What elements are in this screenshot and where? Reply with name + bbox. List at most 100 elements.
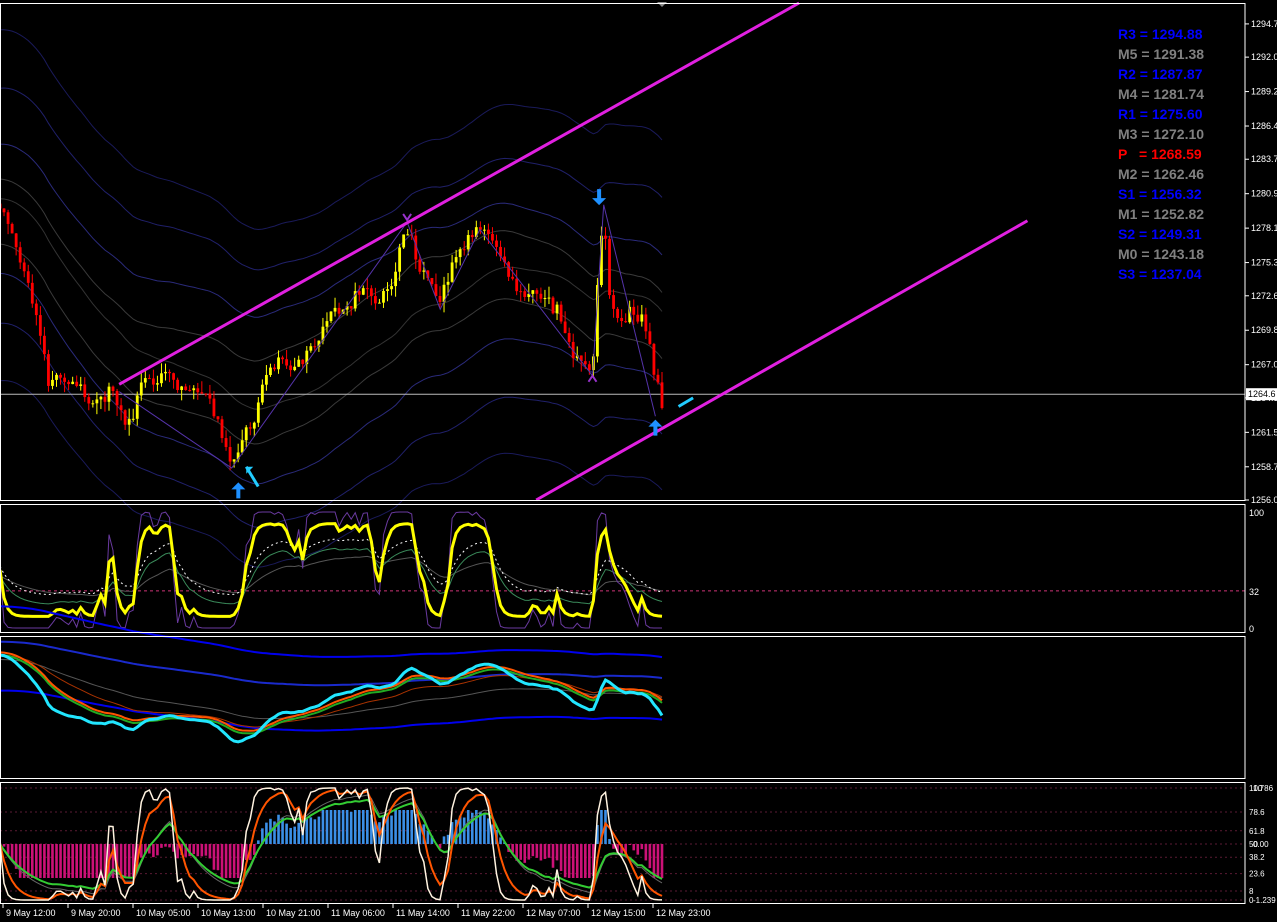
candle-body <box>18 247 22 263</box>
candle-body <box>495 240 498 247</box>
histogram-bar <box>487 818 490 844</box>
histogram-bar <box>325 810 329 844</box>
histogram-bar <box>527 844 531 860</box>
histogram-bar <box>63 844 66 878</box>
pivot-value: 1262.46 <box>1153 166 1205 182</box>
candle-body <box>184 386 188 391</box>
pivot-name: M0 <box>1118 246 1138 262</box>
time-tick-label: 9 May 12:00 <box>6 908 56 918</box>
candle-body <box>313 346 317 348</box>
pivot-value: 1256.32 <box>1151 186 1202 202</box>
candle-body <box>390 286 393 290</box>
histogram-bar <box>660 844 664 878</box>
histogram-bar <box>390 815 393 844</box>
histogram-bar <box>640 844 644 850</box>
time-tick-label: 10 May 21:00 <box>266 908 321 918</box>
pivot-level-m2: M2 = 1262.46 <box>1118 164 1204 184</box>
candle-body <box>180 386 184 391</box>
candle-body <box>260 384 264 403</box>
fib-tick-label: 23.6 <box>1249 870 1265 879</box>
pivot-value: 1268.59 <box>1151 146 1202 162</box>
current-price-tag: 1264.6 <box>1246 388 1277 401</box>
candle-body <box>450 262 454 282</box>
candle-body <box>349 306 353 309</box>
candle <box>402 234 406 250</box>
candle-body <box>30 282 34 304</box>
candle-body <box>365 288 369 290</box>
candle-body <box>208 393 212 399</box>
pivot-equals: = <box>1127 146 1152 162</box>
histogram-bar <box>212 844 216 870</box>
histogram-bar <box>483 813 486 844</box>
candle-body <box>567 333 571 342</box>
candle-body <box>652 343 656 375</box>
pivot-value: 1252.82 <box>1153 206 1205 222</box>
candle-body <box>543 298 547 300</box>
candle-body <box>200 392 204 394</box>
candle-body <box>422 270 426 272</box>
histogram-bar <box>539 844 543 861</box>
pivot-value: 1281.74 <box>1153 86 1205 102</box>
candle-body <box>418 259 422 272</box>
time-tick-label: 12 May 07:00 <box>526 908 581 918</box>
candle-body <box>91 403 95 405</box>
histogram-bar <box>575 844 579 878</box>
candle-body <box>636 314 640 322</box>
histogram-bar <box>648 844 652 869</box>
histogram-bar <box>87 844 91 878</box>
price-tick-label: 1267.0 <box>1251 360 1277 370</box>
candle-body <box>277 357 280 370</box>
candle-body <box>640 314 644 322</box>
time-tick-label: 11 May 06:00 <box>331 908 385 918</box>
histogram-bar <box>176 844 179 859</box>
candle-body <box>583 361 587 365</box>
candle-body <box>38 315 42 336</box>
candle-body <box>273 367 276 370</box>
chart-background <box>0 0 1277 922</box>
histogram-bar <box>91 844 95 878</box>
candle-body <box>63 377 66 382</box>
histogram-bar <box>608 838 611 844</box>
candle-body <box>612 295 615 309</box>
candle-body <box>164 371 167 374</box>
candle-body <box>620 317 624 322</box>
candle-body <box>256 402 260 423</box>
histogram-bar <box>55 844 58 878</box>
candle-body <box>547 297 551 299</box>
histogram-bar <box>224 844 228 878</box>
trading-chart[interactable]: 100320 10078.661.85038.223.6801.7860.00-… <box>0 0 1277 922</box>
histogram-bar <box>71 844 74 878</box>
pivot-name: M3 <box>1118 126 1138 142</box>
time-tick-label: 12 May 23:00 <box>656 908 711 918</box>
pivot-value: 1237.04 <box>1151 266 1202 282</box>
candle-body <box>454 257 458 263</box>
candle-body <box>402 234 406 248</box>
histogram-bar <box>59 844 62 878</box>
price-tick-label: 1283.7 <box>1251 154 1277 164</box>
histogram-bar <box>559 844 563 871</box>
histogram-bar <box>321 810 325 844</box>
price-tick-label: 1289.2 <box>1251 87 1277 97</box>
candle-body <box>470 235 474 238</box>
candle-body <box>252 422 256 429</box>
candle-body <box>71 381 75 385</box>
histogram-bar <box>285 823 288 844</box>
candle-body <box>87 397 91 404</box>
candle-body <box>131 418 135 420</box>
candle-body <box>14 233 18 248</box>
candle-body <box>297 359 301 367</box>
histogram-bar <box>253 844 256 855</box>
candle-body <box>22 262 26 272</box>
pivot-value: 1275.60 <box>1151 106 1203 122</box>
candle-body <box>369 288 373 297</box>
time-tick-label: 12 May 15:00 <box>591 908 646 918</box>
candle-body <box>301 359 305 365</box>
histogram-bar <box>442 836 446 844</box>
pivot-level-m0: M0 = 1243.18 <box>1118 244 1204 264</box>
histogram-bar <box>466 810 470 844</box>
pivot-equals: = <box>1135 106 1152 122</box>
histogram-bar <box>127 844 131 878</box>
candle-body <box>115 391 119 406</box>
hist-overlay-tick-label: 0.00 <box>1253 840 1269 849</box>
histogram-bar <box>95 844 99 878</box>
